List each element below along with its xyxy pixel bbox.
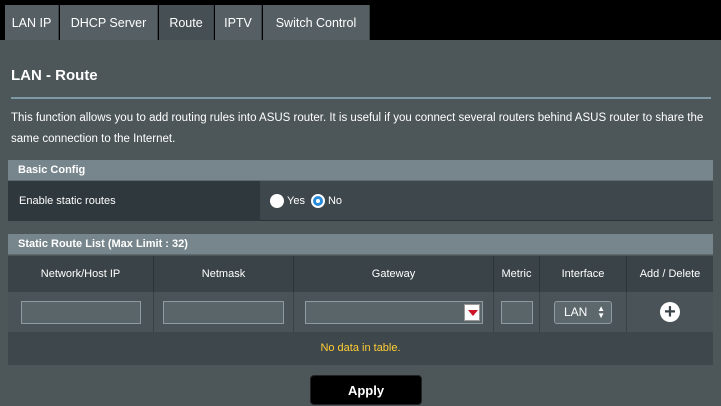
tab-switch-control[interactable]: Switch Control xyxy=(263,5,370,40)
route-table-header: Network/Host IP Netmask Gateway Metric I… xyxy=(8,256,713,292)
col-interface: Interface xyxy=(540,256,627,292)
route-input-row: LAN ▲ ▼ + xyxy=(8,292,713,332)
basic-config-header: Basic Config xyxy=(8,160,713,181)
col-metric: Metric xyxy=(494,256,540,292)
radio-yes[interactable] xyxy=(270,194,284,208)
network-ip-input[interactable] xyxy=(20,300,141,324)
plus-icon: + xyxy=(664,301,676,323)
updown-arrows-icon: ▲ ▼ xyxy=(597,303,605,320)
radio-no-label[interactable]: No xyxy=(328,195,342,207)
netmask-input[interactable] xyxy=(163,300,284,324)
enable-static-routes-label: Enable static routes xyxy=(8,181,260,221)
interface-select-value: LAN xyxy=(564,305,588,319)
enable-static-routes-row: Enable static routes Yes No xyxy=(8,181,713,221)
col-network-host-ip: Network/Host IP xyxy=(8,256,154,292)
page-description: This function allows you to add routing … xyxy=(11,112,704,145)
radio-no[interactable] xyxy=(310,194,325,208)
col-add-delete: Add / Delete xyxy=(639,268,701,280)
metric-input[interactable] xyxy=(500,300,533,324)
tab-route[interactable]: Route xyxy=(159,5,214,40)
static-route-list-header: Static Route List (Max Limit : 32) xyxy=(8,234,713,255)
tab-dhcp-server[interactable]: DHCP Server xyxy=(60,5,158,40)
gateway-input[interactable] xyxy=(304,300,483,324)
col-netmask: Netmask xyxy=(154,256,294,292)
page-title: LAN - Route xyxy=(11,67,98,84)
interface-select[interactable]: LAN ▲ ▼ xyxy=(554,300,612,324)
chevron-down-icon[interactable] xyxy=(463,303,480,321)
tab-lan-ip[interactable]: LAN IP xyxy=(5,5,59,40)
tab-bar: LAN IP DHCP Server Route IPTV Switch Con… xyxy=(0,0,721,40)
tab-iptv[interactable]: IPTV xyxy=(215,5,262,40)
radio-yes-label[interactable]: Yes xyxy=(287,195,305,207)
title-divider xyxy=(11,97,711,99)
apply-button[interactable]: Apply xyxy=(310,375,422,405)
enable-static-routes-radio-group: Yes No xyxy=(270,194,348,208)
add-route-button[interactable]: + xyxy=(660,302,680,322)
col-gateway: Gateway xyxy=(294,256,494,292)
empty-table-message: No data in table. xyxy=(8,332,713,365)
